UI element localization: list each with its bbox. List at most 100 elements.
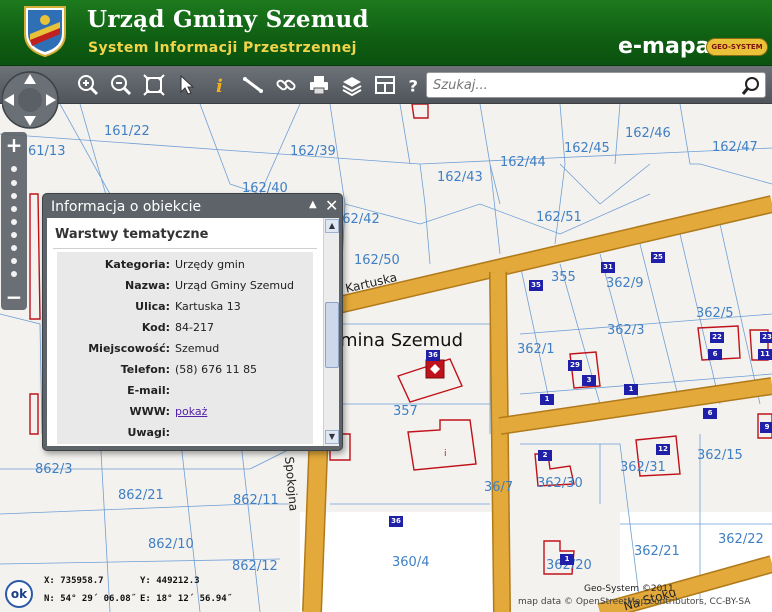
link-button[interactable]	[272, 71, 300, 99]
attribute-value: Urząd Gminy Szemud	[175, 279, 295, 292]
address-marker[interactable]: 1	[624, 384, 638, 395]
address-marker[interactable]: 2	[538, 450, 552, 461]
measure-button[interactable]	[239, 71, 267, 99]
attribute-row: Uwagi:	[57, 422, 313, 443]
attribute-row: Ulica: Kartuska 13	[57, 296, 313, 317]
zoom-level-dot[interactable]	[11, 232, 17, 238]
help-button[interactable]: ?	[404, 71, 424, 99]
address-marker[interactable]: 25	[651, 252, 665, 263]
search-box	[426, 72, 766, 98]
search-input[interactable]	[433, 76, 733, 94]
address-marker[interactable]: 35	[529, 280, 543, 291]
attribute-row: Miejscowość: Szemud	[57, 338, 313, 359]
zoom-in-icon	[78, 75, 99, 96]
parcel-label: 362/21	[634, 544, 680, 559]
address-marker[interactable]: 22	[710, 332, 724, 343]
zoom-level-dot[interactable]	[11, 166, 17, 172]
attribute-value: Kartuska 13	[175, 300, 241, 313]
zoom-level-dot[interactable]	[11, 206, 17, 212]
layers-button[interactable]	[338, 71, 366, 99]
attribute-key: Telefon:	[120, 363, 170, 376]
attribute-row: Telefon: (58) 676 11 85	[57, 359, 313, 380]
scroll-down-icon[interactable]: ▼	[325, 430, 339, 444]
zoom-level-dot[interactable]	[11, 180, 17, 186]
parcel-label: 36/7	[484, 480, 514, 495]
attribute-key: WWW:	[129, 405, 170, 418]
address-marker[interactable]: 29	[568, 360, 582, 371]
address-marker[interactable]: 11	[758, 349, 772, 360]
help-icon: ?	[409, 76, 419, 95]
address-marker[interactable]: 9	[760, 422, 772, 433]
link-icon	[276, 79, 296, 91]
parcel-label: 162/45	[564, 141, 610, 156]
parcel-label: 360/4	[392, 555, 430, 570]
attribute-table: Kategoria: Urzędy gmin Nazwa: Urząd Gminy …	[57, 252, 313, 444]
map-data-credit: map data © OpenStreetMap contributors, C…	[518, 597, 751, 607]
layout-button[interactable]	[371, 71, 399, 99]
layout-icon	[375, 76, 395, 94]
attribute-value: (58) 676 11 85	[175, 363, 258, 376]
copyright-label: Geo-System ©2011	[584, 584, 674, 594]
parcel-label: 355	[551, 270, 576, 285]
zoom-level-dot[interactable]	[11, 258, 17, 264]
address-marker[interactable]: 31	[601, 262, 615, 273]
svg-text:?: ?	[409, 76, 419, 95]
zoom-plus-button[interactable]: +	[1, 134, 27, 156]
ok-button[interactable]: ok	[5, 580, 33, 608]
address-marker[interactable]: 1	[540, 394, 554, 405]
layers-icon	[342, 77, 362, 96]
dialog-body: Warstwy tematyczne Kategoria: Urzędy gmin…	[47, 218, 339, 446]
zoom-level-dot[interactable]	[11, 245, 17, 251]
attribute-key: Uwagi:	[127, 426, 170, 439]
parcel-label: 61/13	[28, 144, 66, 159]
address-marker[interactable]: 36	[389, 516, 403, 527]
full-extent-button[interactable]	[140, 71, 168, 99]
dialog-scrollbar[interactable]: ▲ ▼	[323, 218, 339, 446]
info-button[interactable]: i	[206, 71, 234, 99]
parcel-label: 862/21	[118, 488, 164, 503]
zoom-out-icon	[111, 75, 132, 96]
attribute-row: Nazwa: Urząd Gminy Szemud	[57, 275, 313, 296]
parcel-label: 162/44	[500, 155, 546, 170]
attribute-row: Kategoria: Urzędy gmin	[57, 254, 313, 275]
address-marker[interactable]: 6	[708, 349, 722, 360]
attribute-row: WWW: pokaż	[57, 401, 313, 422]
address-marker[interactable]: 6	[703, 408, 717, 419]
parcel-label: 362/22	[718, 532, 764, 547]
svg-text:i: i	[444, 449, 447, 459]
pointer-icon	[180, 74, 195, 95]
svg-text:i: i	[216, 76, 223, 96]
parcel-label: 162/51	[536, 210, 582, 225]
search-icon[interactable]	[741, 76, 761, 96]
address-marker[interactable]: 23	[760, 332, 772, 343]
close-icon[interactable]: ✕	[325, 196, 339, 215]
zoom-minus-button[interactable]: −	[1, 286, 27, 308]
zoom-in-button[interactable]	[74, 71, 102, 99]
zoom-level-dot[interactable]	[11, 219, 17, 225]
zoom-out-button[interactable]	[107, 71, 135, 99]
scroll-up-icon[interactable]: ▲	[325, 219, 339, 233]
address-marker[interactable]: 36	[426, 350, 440, 361]
scroll-thumb[interactable]	[325, 302, 339, 368]
collapse-icon[interactable]: ▲	[309, 199, 321, 213]
zoom-slider[interactable]: + −	[1, 132, 27, 310]
parcel-label: 162/46	[625, 126, 671, 141]
parcel-label: 862/11	[233, 493, 279, 508]
object-info-dialog: Informacja o obiekcie ▲ ✕ Warstwy tematy…	[42, 193, 343, 451]
zoom-level-dot[interactable]	[11, 193, 17, 199]
zoom-level-dot[interactable]	[11, 271, 17, 277]
parcel-label: 162/39	[290, 144, 336, 159]
section-heading: Warstwy tematyczne	[55, 227, 209, 242]
print-button[interactable]	[305, 71, 333, 99]
attribute-key: Ulica:	[135, 300, 170, 313]
municipality-crest-icon	[24, 6, 66, 58]
www-link[interactable]: pokaż	[175, 405, 207, 418]
pointer-button[interactable]	[173, 71, 201, 99]
place-name-label: mina Szemud	[340, 330, 464, 351]
attribute-key: Nazwa:	[124, 279, 170, 292]
attribute-key: Kategoria:	[104, 258, 170, 271]
parcel-label: 862/12	[232, 559, 278, 574]
address-marker[interactable]: 1	[560, 554, 574, 565]
address-marker[interactable]: 3	[582, 375, 596, 386]
address-marker[interactable]: 12	[656, 444, 670, 455]
